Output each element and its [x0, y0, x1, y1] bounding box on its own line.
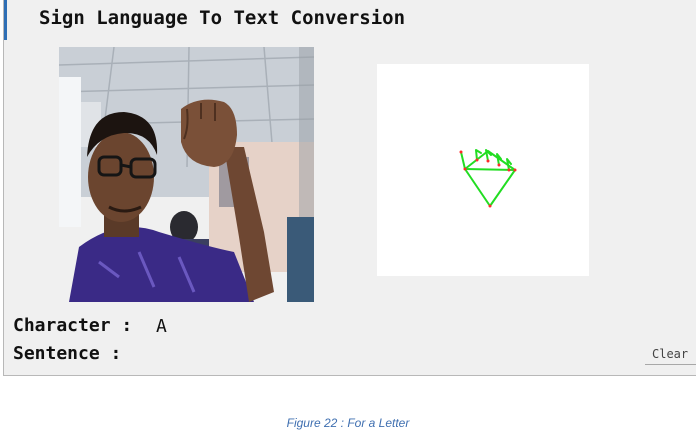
clear-button[interactable]: Clear — [645, 341, 696, 365]
camera-feed — [59, 47, 314, 302]
app-window: Sign Language To Text Conversion Charact… — [3, 0, 696, 376]
figure-caption: Figure 22 : For a Letter — [286, 416, 410, 430]
window-edge — [4, 0, 7, 40]
character-label: Character : — [13, 315, 133, 336]
sentence-label: Sentence : — [13, 343, 122, 364]
skeleton-ring — [496, 153, 502, 166]
skeleton-pinky — [506, 158, 512, 171]
app-title: Sign Language To Text Conversion — [39, 7, 406, 29]
hand-skeleton-panel — [377, 64, 589, 276]
character-value: A — [156, 316, 167, 337]
skeleton-thumb — [460, 151, 466, 170]
